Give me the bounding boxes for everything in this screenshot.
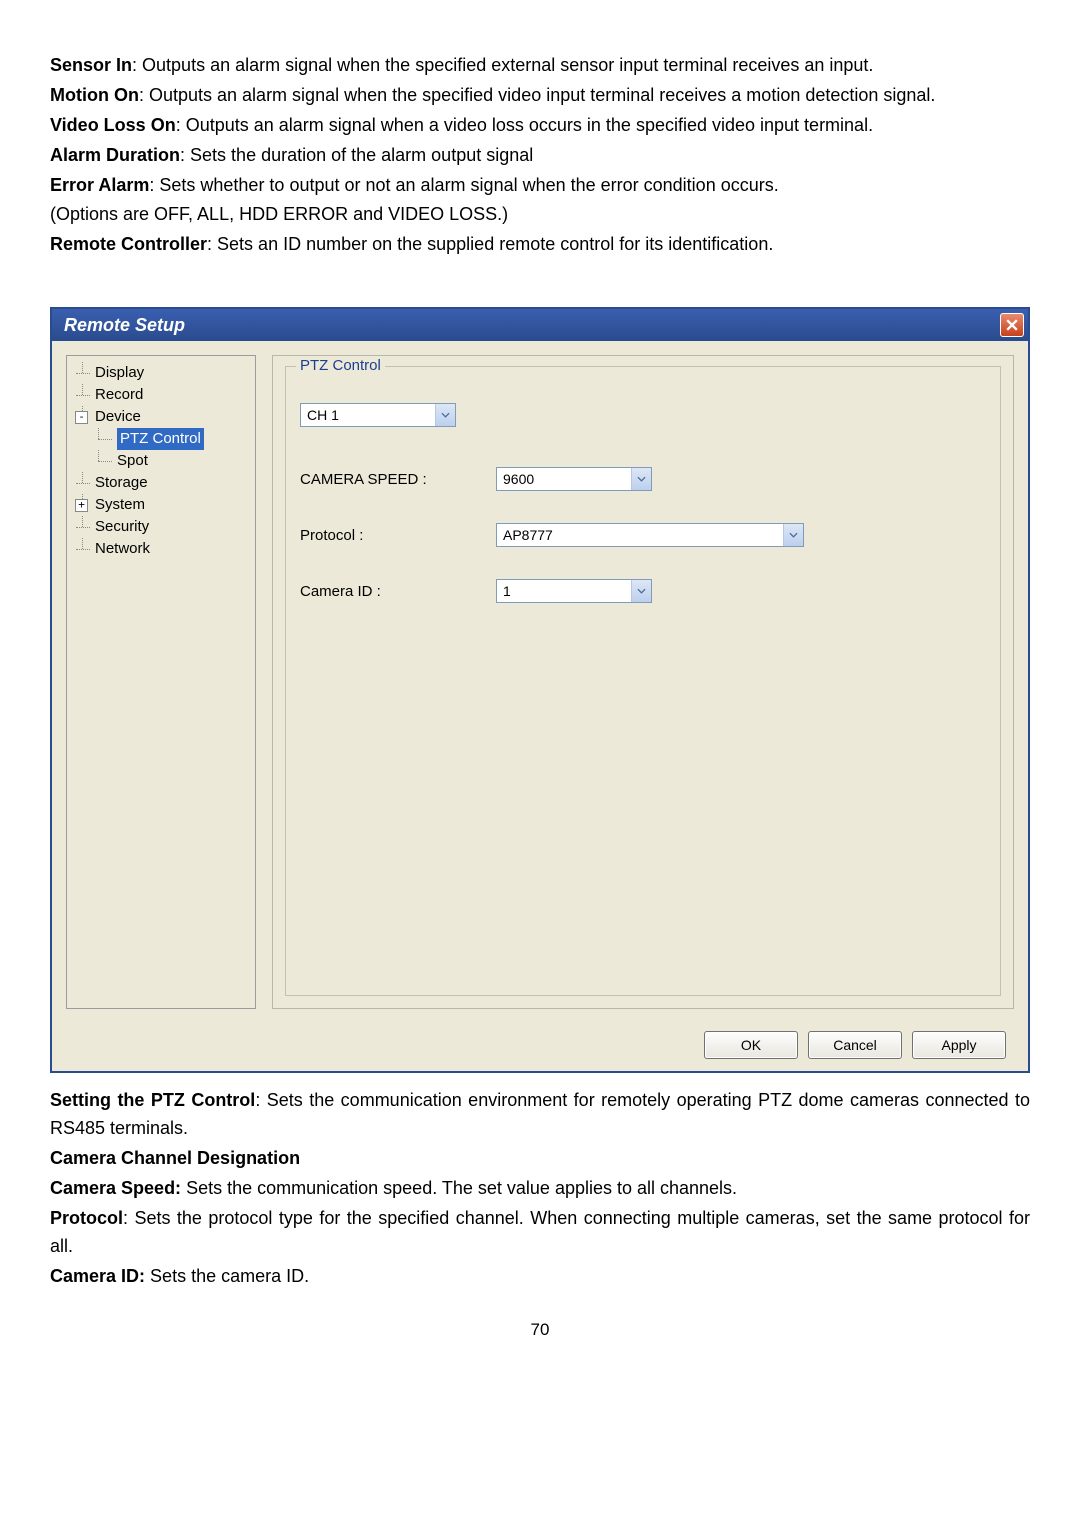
text: : Sets the duration of the alarm output … <box>180 145 533 165</box>
fieldset-legend: PTZ Control <box>296 357 385 374</box>
text: (Options are OFF, ALL, HDD ERROR and VID… <box>50 204 508 224</box>
camera-speed-select[interactable]: 9600 <box>496 467 652 491</box>
text: : Outputs an alarm signal when a video l… <box>176 115 873 135</box>
para-camera-speed: Camera Speed: Sets the communication spe… <box>50 1175 1030 1203</box>
chevron-down-icon <box>783 524 803 546</box>
para-remote-controller: Remote Controller: Sets an ID number on … <box>50 231 1030 259</box>
minus-icon[interactable]: - <box>75 411 88 424</box>
dialog-title: Remote Setup <box>64 315 185 336</box>
bold-label: Error Alarm <box>50 175 149 195</box>
para-camera-id: Camera ID: Sets the camera ID. <box>50 1263 1030 1291</box>
titlebar[interactable]: Remote Setup <box>52 309 1028 341</box>
tree-item-storage[interactable]: Storage <box>73 472 251 494</box>
chevron-down-icon <box>435 404 455 426</box>
bold-label: Setting the PTZ Control <box>50 1090 255 1110</box>
text: : Sets an ID number on the supplied remo… <box>207 234 773 254</box>
tree-item-network[interactable]: Network <box>73 538 251 560</box>
protocol-select[interactable]: AP8777 <box>496 523 804 547</box>
text: Sets the camera ID. <box>145 1266 309 1286</box>
para-setting-ptz: Setting the PTZ Control: Sets the commun… <box>50 1087 1030 1143</box>
text: : Sets whether to output or not an alarm… <box>149 175 778 195</box>
label: Storage <box>95 474 148 491</box>
combo-value: 1 <box>503 583 511 599</box>
bold-label: Sensor In <box>50 55 132 75</box>
bold-label: Camera Speed: <box>50 1178 181 1198</box>
para-alarm-duration: Alarm Duration: Sets the duration of the… <box>50 142 1030 170</box>
ok-button[interactable]: OK <box>704 1031 798 1059</box>
plus-icon[interactable]: + <box>75 499 88 512</box>
tree-item-spot[interactable]: Spot <box>73 450 251 472</box>
camera-id-select[interactable]: 1 <box>496 579 652 603</box>
label: Security <box>95 518 149 535</box>
text: Sets the communication speed. The set va… <box>181 1178 737 1198</box>
bold-label: Protocol <box>50 1208 123 1228</box>
tree-item-record[interactable]: Record <box>73 384 251 406</box>
label: Spot <box>117 452 148 469</box>
tree-item-device[interactable]: - Device <box>73 406 251 428</box>
ptz-control-panel: PTZ Control CH 1 CAMERA SPEED : 9600 <box>272 355 1014 1009</box>
label: Record <box>95 386 143 403</box>
text: : Outputs an alarm signal when the speci… <box>132 55 873 75</box>
cancel-button[interactable]: Cancel <box>808 1031 902 1059</box>
para-error-options: (Options are OFF, ALL, HDD ERROR and VID… <box>50 201 1030 229</box>
tree-item-display[interactable]: Display <box>73 362 251 384</box>
label: Cancel <box>833 1037 877 1053</box>
bold-label: Video Loss On <box>50 115 176 135</box>
bold-label: Remote Controller <box>50 234 207 254</box>
label: PTZ Control <box>117 428 204 450</box>
label: Network <box>95 540 150 557</box>
tree-item-system[interactable]: + System <box>73 494 251 516</box>
tree-item-ptz-control[interactable]: PTZ Control <box>73 428 251 450</box>
para-video-loss: Video Loss On: Outputs an alarm signal w… <box>50 112 1030 140</box>
combo-value: CH 1 <box>307 407 339 423</box>
settings-tree: Display Record - Device PTZ Control Spot… <box>66 355 256 1009</box>
combo-value: AP8777 <box>503 527 553 543</box>
para-error-alarm: Error Alarm: Sets whether to output or n… <box>50 172 1030 200</box>
apply-button[interactable]: Apply <box>912 1031 1006 1059</box>
para-camera-channel: Camera Channel Designation <box>50 1145 1030 1173</box>
label: Device <box>95 408 141 425</box>
combo-value: 9600 <box>503 471 534 487</box>
page-number: 70 <box>50 1320 1030 1340</box>
bold-label: Motion On <box>50 85 139 105</box>
text: : Outputs an alarm signal when the speci… <box>139 85 935 105</box>
para-protocol: Protocol: Sets the protocol type for the… <box>50 1205 1030 1261</box>
label: Display <box>95 364 144 381</box>
bold-label: Camera Channel Designation <box>50 1148 300 1168</box>
label: Apply <box>941 1037 976 1053</box>
label: System <box>95 496 145 513</box>
channel-select[interactable]: CH 1 <box>300 403 456 427</box>
tree-item-security[interactable]: Security <box>73 516 251 538</box>
para-sensor-in: Sensor In: Outputs an alarm signal when … <box>50 52 1030 80</box>
para-motion-on: Motion On: Outputs an alarm signal when … <box>50 82 1030 110</box>
bold-label: Alarm Duration <box>50 145 180 165</box>
bold-label: Camera ID: <box>50 1266 145 1286</box>
camera-speed-label: CAMERA SPEED : <box>300 471 496 488</box>
close-button[interactable] <box>1000 313 1024 337</box>
camera-id-label: Camera ID : <box>300 583 496 600</box>
chevron-down-icon <box>631 580 651 602</box>
label: OK <box>741 1037 761 1053</box>
close-icon <box>1006 315 1018 336</box>
remote-setup-dialog: Remote Setup Display Record - Device PTZ… <box>50 307 1030 1073</box>
chevron-down-icon <box>631 468 651 490</box>
text: : Sets the protocol type for the specifi… <box>50 1208 1030 1256</box>
protocol-label: Protocol : <box>300 527 496 544</box>
